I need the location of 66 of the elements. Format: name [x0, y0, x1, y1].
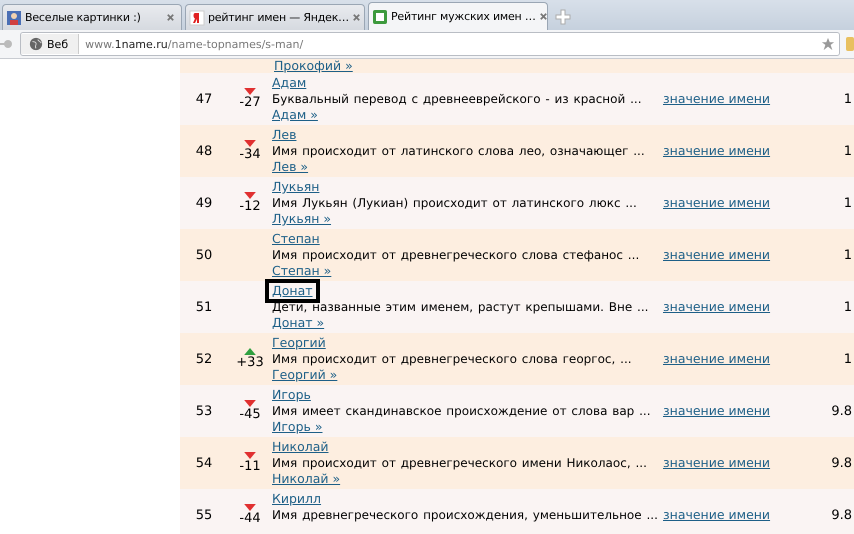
- rank-number: 53: [194, 404, 214, 418]
- name-link[interactable]: Адам: [272, 75, 306, 91]
- name-description: Имя происходит от латинского слова лео, означающег ...: [272, 143, 646, 159]
- rank-change: -11: [239, 459, 261, 474]
- rating-value: 1: [842, 300, 853, 314]
- rank-number: 51: [194, 300, 214, 314]
- meaning-link[interactable]: значение имени: [663, 299, 770, 315]
- browser-tab[interactable]: Рейтинг мужских имен …: [368, 2, 548, 30]
- meaning-link[interactable]: значение имени: [663, 351, 770, 367]
- name-description: Имя Лукьян (Лукиан) происходит от латинского люкс ...: [272, 195, 638, 211]
- name-link[interactable]: Николай: [272, 439, 328, 455]
- rank-number: 47: [194, 92, 214, 106]
- meaning-link[interactable]: значение имени: [663, 455, 770, 471]
- rating-value: 1: [842, 144, 853, 158]
- meaning-link[interactable]: значение имени: [663, 403, 770, 419]
- url-text: www.1name.ru/name-topnames/s-man/: [84, 38, 304, 50]
- rank-number: 54: [194, 456, 214, 470]
- rating-value: 1: [842, 92, 853, 106]
- name-link[interactable]: Николай »: [272, 471, 340, 487]
- search-engine-button[interactable]: Веб: [21, 34, 80, 54]
- rank-number: 55: [194, 508, 214, 522]
- rank-number: 50: [194, 248, 214, 262]
- rating-value: 1: [842, 352, 853, 366]
- name-link[interactable]: Лев »: [272, 159, 308, 175]
- name-link[interactable]: Степан: [272, 231, 320, 247]
- name-link[interactable]: Кирилл: [272, 491, 322, 507]
- rank-change: -45: [239, 407, 261, 422]
- browser-tab[interactable]: рейтинг имен — Яндек…: [185, 4, 365, 30]
- name-link[interactable]: Игорь: [272, 387, 311, 403]
- browser-tab[interactable]: Веселые картинки :): [2, 4, 182, 30]
- rank-number: 49: [194, 196, 214, 210]
- name-description: Имя имеет скандинавское происхождение от слова вар ...: [272, 403, 652, 419]
- rank-change: -44: [239, 511, 261, 526]
- name-description: Имя древнегреческого происхождения, уменьшительное ...: [272, 507, 658, 523]
- rating-value: 9.8: [830, 456, 853, 470]
- name-link[interactable]: Георгий: [272, 335, 326, 351]
- rank-change: -34: [239, 147, 261, 162]
- name-link[interactable]: Лукьян »: [272, 211, 332, 227]
- meaning-link[interactable]: значение имени: [663, 91, 770, 107]
- rank-number: 48: [194, 144, 214, 158]
- name-description: Буквальный перевод с древнееврейского - из красной ...: [272, 91, 643, 107]
- meaning-link[interactable]: значение имени: [663, 507, 770, 523]
- rank-number: 52: [194, 352, 214, 366]
- rank-change: -27: [239, 95, 261, 110]
- name-description: Имя происходит от древнегреческого слова георгос, ...: [272, 351, 633, 367]
- name-link[interactable]: Лев: [272, 127, 296, 143]
- meaning-link[interactable]: значение имени: [663, 195, 770, 211]
- name-link[interactable]: Адам »: [272, 107, 318, 123]
- name-link[interactable]: Степан »: [272, 263, 332, 279]
- name-link[interactable]: Георгий »: [272, 367, 338, 383]
- name-description: Имя происходит от древнегреческого слова стефанос ...: [272, 247, 640, 263]
- name-description: Дети, названные этим именем, растут крепышами. Вне ...: [272, 299, 650, 315]
- name-link[interactable]: Донат »: [272, 315, 324, 331]
- name-link[interactable]: Игорь »: [272, 419, 322, 435]
- name-link[interactable]: Лукьян: [272, 179, 320, 195]
- name-link[interactable]: Прокофий »: [274, 58, 353, 73]
- name-description: Имя происходит от древнегреческого имени Николаос, ...: [272, 455, 648, 471]
- rank-change: +33: [236, 355, 264, 370]
- meaning-link[interactable]: значение имени: [663, 143, 770, 159]
- rating-value: 1: [842, 248, 853, 262]
- meaning-link[interactable]: значение имени: [663, 247, 770, 263]
- rating-value: 1: [842, 196, 853, 210]
- rating-value: 9.8: [830, 508, 853, 522]
- address-field[interactable]: Веб www.1name.ru/name-topnames/s-man/: [20, 32, 840, 56]
- rank-change: -12: [239, 199, 261, 214]
- rating-value: 9.8: [830, 404, 853, 418]
